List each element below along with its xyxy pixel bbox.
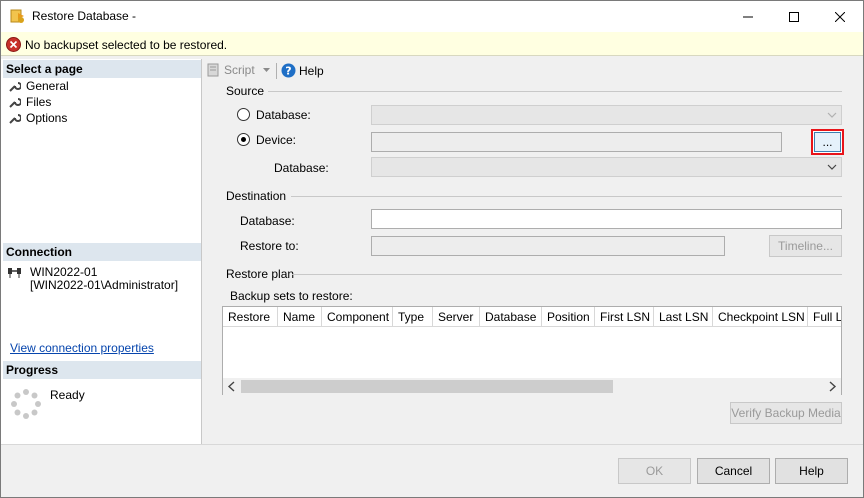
browse-device-label: ... <box>814 132 841 152</box>
scroll-right-icon[interactable] <box>827 381 837 392</box>
page-general[interactable]: General <box>9 78 69 94</box>
chevron-down-icon <box>827 163 837 171</box>
maximize-icon <box>789 12 799 22</box>
col-component[interactable]: Component <box>322 307 393 327</box>
restore-database-window: Restore Database - No backupset selected… <box>0 0 864 498</box>
col-restore[interactable]: Restore <box>223 307 278 327</box>
error-message: No backupset selected to be restored. <box>25 38 227 52</box>
col-full-lsn[interactable]: Full LS <box>808 307 841 327</box>
source-sub-database-combo[interactable] <box>371 157 842 177</box>
chevron-down-icon <box>263 68 270 72</box>
help-button[interactable]: Help <box>775 458 848 484</box>
toolbar-separator <box>276 63 277 79</box>
restore-to-input[interactable] <box>371 236 725 256</box>
scroll-left-icon[interactable] <box>227 381 237 392</box>
col-type[interactable]: Type <box>393 307 433 327</box>
destination-database-combo[interactable] <box>371 209 842 229</box>
backup-sets-label: Backup sets to restore: <box>230 289 353 303</box>
col-database[interactable]: Database <box>480 307 542 327</box>
device-input[interactable] <box>371 132 782 152</box>
help-icon: ? <box>281 63 296 78</box>
window-title: Restore Database - <box>32 9 136 23</box>
view-connection-properties-link[interactable]: View connection properties <box>10 341 154 355</box>
device-radio[interactable] <box>237 133 250 146</box>
page-general-label: General <box>26 79 69 93</box>
restore-to-label: Restore to: <box>240 239 299 253</box>
timeline-button[interactable]: Timeline... <box>769 235 842 257</box>
wrench-icon <box>9 80 21 92</box>
svg-text:?: ? <box>285 65 291 78</box>
grid-horizontal-scrollbar[interactable] <box>223 378 841 395</box>
database-radio-label: Database: <box>256 108 311 122</box>
col-name[interactable]: Name <box>278 307 322 327</box>
source-sub-database-label: Database: <box>274 161 329 175</box>
scrollbar-thumb[interactable] <box>241 380 613 393</box>
destination-group-label: Destination <box>226 189 286 203</box>
source-divider <box>268 91 842 92</box>
page-options-label: Options <box>26 111 67 125</box>
left-panel: Select a page General Files Options Conn… <box>1 59 202 444</box>
page-options[interactable]: Options <box>9 110 67 126</box>
browse-device-button[interactable]: ... <box>811 129 844 155</box>
page-files-label: Files <box>26 95 51 109</box>
col-first-lsn[interactable]: First LSN <box>595 307 654 327</box>
destination-divider <box>291 196 842 197</box>
col-position[interactable]: Position <box>542 307 595 327</box>
col-checkpoint-lsn[interactable]: Checkpoint LSN <box>713 307 808 327</box>
database-radio[interactable] <box>237 108 250 121</box>
progress-status: Ready <box>50 388 85 402</box>
title-bar: Restore Database - <box>1 1 863 32</box>
server-name: WIN2022-01 <box>30 265 97 279</box>
error-bar: No backupset selected to be restored. <box>1 32 863 56</box>
minimize-icon <box>743 12 753 22</box>
cancel-button[interactable]: Cancel <box>697 458 770 484</box>
progress-spinner-icon <box>11 389 41 419</box>
progress-header: Progress <box>3 361 201 379</box>
help-toolbar-label: Help <box>299 64 324 78</box>
grid-header-row: Restore Name Component Type Server Datab… <box>223 307 841 327</box>
server-connection-icon <box>7 265 23 279</box>
connection-header: Connection <box>3 243 201 261</box>
source-database-combo[interactable] <box>371 105 842 125</box>
verify-backup-media-button[interactable]: Verify Backup Media <box>730 402 842 424</box>
script-label: Script <box>224 63 255 77</box>
help-toolbar-button[interactable]: ? Help <box>281 63 324 78</box>
maximize-button[interactable] <box>771 1 817 32</box>
wrench-icon <box>9 96 21 108</box>
col-last-lsn[interactable]: Last LSN <box>654 307 713 327</box>
close-icon <box>835 12 845 22</box>
device-radio-label: Device: <box>256 133 296 147</box>
select-page-header: Select a page <box>3 60 201 78</box>
destination-database-label: Database: <box>240 214 295 228</box>
col-server[interactable]: Server <box>433 307 480 327</box>
ok-button[interactable]: OK <box>618 458 691 484</box>
chevron-down-icon <box>827 111 837 119</box>
close-button[interactable] <box>817 1 863 32</box>
server-user: [WIN2022-01\Administrator] <box>30 278 178 292</box>
script-icon <box>206 63 220 77</box>
page-files[interactable]: Files <box>9 94 51 110</box>
restore-plan-group-label: Restore plan <box>226 267 294 281</box>
database-app-icon <box>10 8 26 24</box>
restore-plan-divider <box>292 274 842 275</box>
error-icon <box>6 37 21 52</box>
script-button[interactable]: Script <box>206 63 270 77</box>
footer-divider <box>1 444 863 445</box>
minimize-button[interactable] <box>725 1 771 32</box>
backup-sets-grid[interactable]: Restore Name Component Type Server Datab… <box>222 306 842 395</box>
source-group-label: Source <box>226 84 264 98</box>
wrench-icon <box>9 112 21 124</box>
